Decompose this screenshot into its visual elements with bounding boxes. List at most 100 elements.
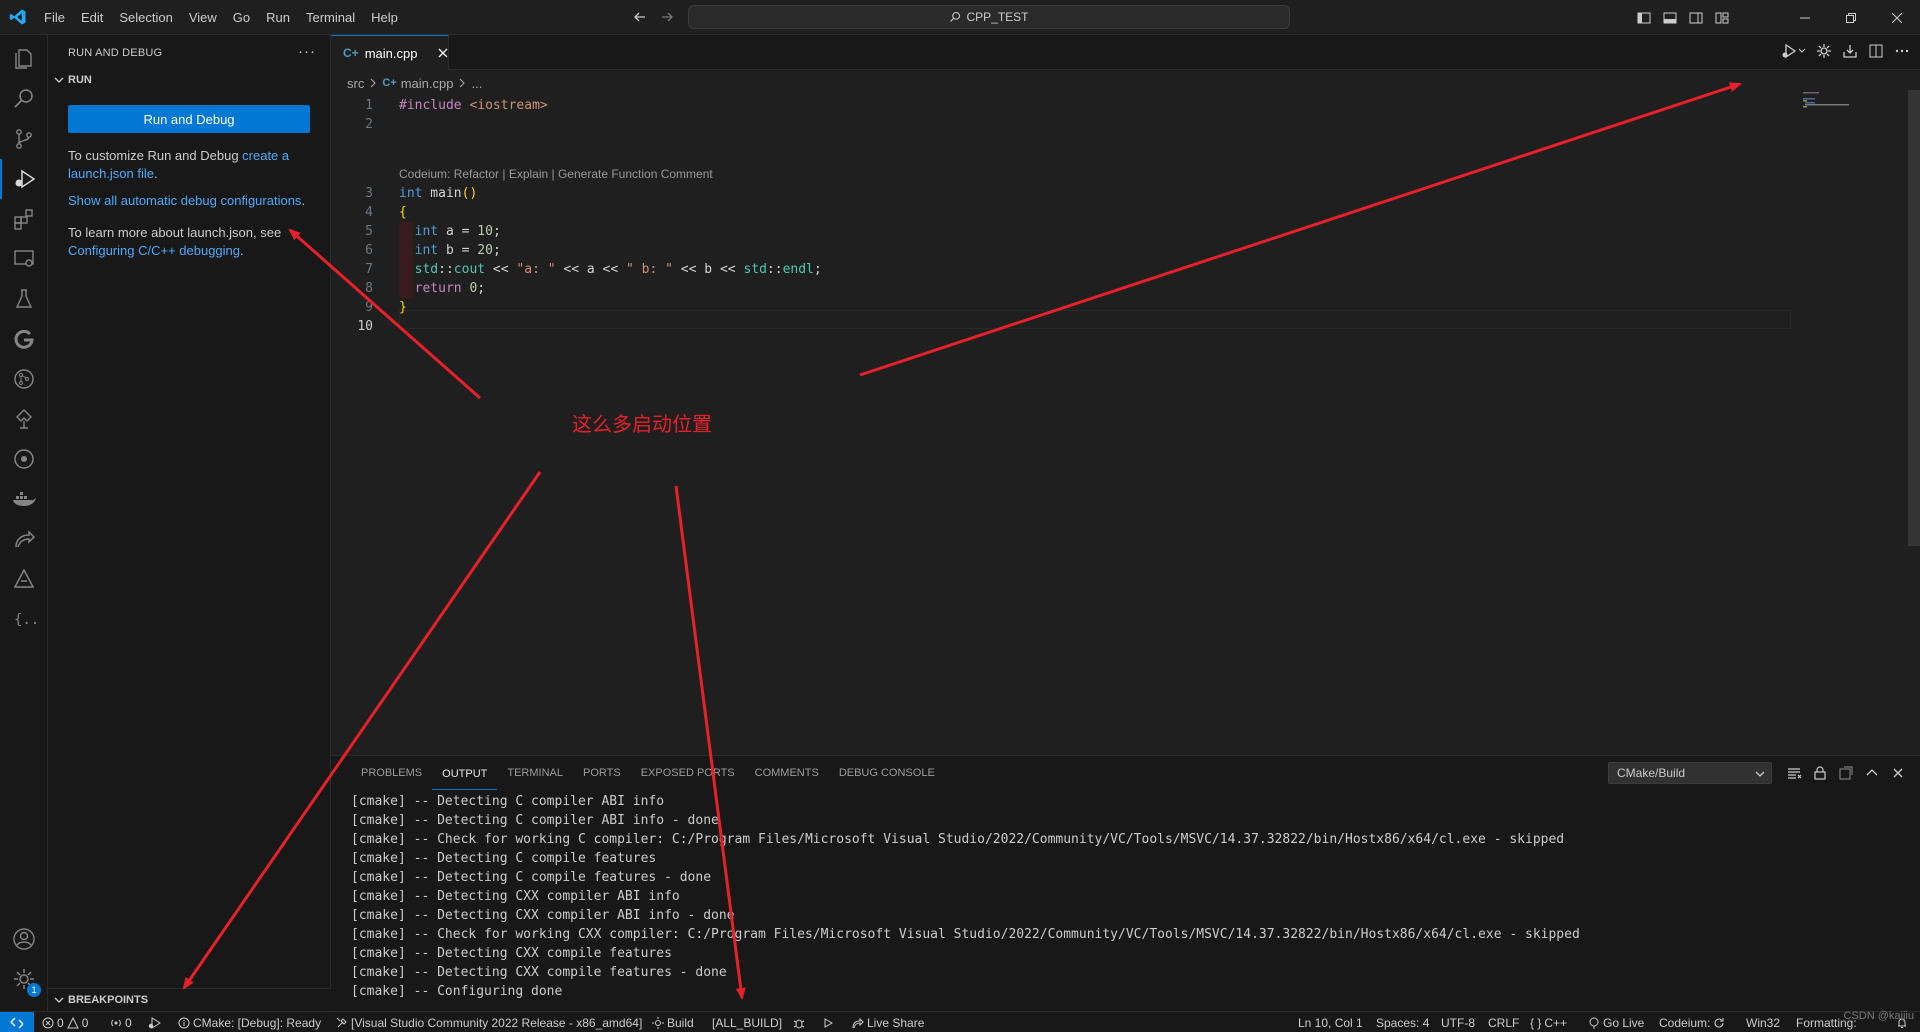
editor-scrollbar[interactable] [1908,90,1920,546]
gitlens-inspect-icon[interactable] [0,359,48,399]
go-live-status[interactable]: Go Live [1588,1012,1644,1032]
run-debug-dropdown-icon[interactable] [1782,43,1806,59]
cmake-status[interactable]: CMake: [Debug]: Ready [178,1012,321,1032]
menu-view[interactable]: View [181,0,225,35]
output-line: [cmake] -- Detecting CXX compile feature… [351,946,672,961]
menu-file[interactable]: File [36,0,73,35]
menu-terminal[interactable]: Terminal [298,0,363,35]
source-control-icon[interactable] [0,119,48,159]
testing-flask-icon[interactable] [0,279,48,319]
close-window-icon[interactable] [1874,0,1920,35]
menu-selection[interactable]: Selection [111,0,180,35]
build-button[interactable]: Build [652,1012,694,1032]
language-mode[interactable]: { } C++ [1530,1012,1567,1032]
toggle-primary-sidebar-icon[interactable] [1636,10,1652,26]
run-section-label: RUN [68,74,92,86]
learn-more-end: . [240,243,244,258]
forward-arrow-icon[interactable] [659,9,675,25]
tab-main-cpp[interactable]: C+ main.cpp [331,35,449,70]
run-and-debug-button[interactable]: Run and Debug [68,105,310,133]
tab-comments[interactable]: COMMENTS [745,756,829,791]
customize-layout-icon[interactable] [1714,10,1730,26]
svg-text:{..}: {..} [14,612,36,628]
remote-explorer-icon[interactable] [0,239,48,279]
manage-gear-icon[interactable]: 1 [0,959,48,999]
line-ending[interactable]: CRLF [1488,1012,1519,1032]
json-braces-icon[interactable]: {..} [0,599,48,639]
breadcrumb-folder[interactable]: src [347,76,364,91]
debug-launch-icon[interactable] [148,1012,162,1032]
menu-go[interactable]: Go [225,0,258,35]
build-target[interactable]: [ALL_BUILD] [712,1012,782,1032]
problems-status[interactable]: 0 0 [42,1012,88,1032]
split-editor-icon[interactable] [1868,43,1884,59]
tab-output[interactable]: OUTPUT [432,757,498,790]
encoding[interactable]: UTF-8 [1441,1012,1475,1032]
tools-icon [336,1017,347,1027]
annotation-text: 这么多启动位置 [572,412,712,436]
remote-indicator-icon[interactable] [0,1012,34,1032]
breadcrumb-more[interactable]: ... [471,76,482,91]
show-automatic-configs-link[interactable]: Show all automatic debug configurations [68,193,301,208]
cursor-position[interactable]: Ln 10, Col 1 [1298,1012,1363,1032]
configuring-cpp-debugging-link[interactable]: Configuring C/C++ debugging [68,243,240,258]
run-play-icon[interactable] [822,1012,834,1032]
lock-scroll-icon[interactable] [1812,765,1828,781]
menu-run[interactable]: Run [258,0,298,35]
run-section-header[interactable]: RUN [48,69,331,91]
layout-controls [1636,0,1730,35]
menu-edit[interactable]: Edit [73,0,111,35]
cmake-kit-status[interactable]: [Visual Studio Community 2022 Release - … [336,1012,642,1032]
docker-icon[interactable] [0,479,48,519]
debug-bug-icon[interactable] [792,1012,806,1032]
codeium-codelens[interactable]: Codeium: Refactor | Explain | Generate F… [399,165,713,184]
indentation[interactable]: Spaces: 4 [1376,1012,1429,1032]
tab-terminal[interactable]: TERMINAL [497,756,573,791]
menu-help[interactable]: Help [363,0,406,35]
info-icon [178,1017,190,1028]
tab-debug-console[interactable]: DEBUG CONSOLE [829,756,945,791]
more-editor-actions-icon[interactable] [1894,43,1910,59]
close-panel-icon[interactable] [1890,765,1906,781]
open-in-editor-icon[interactable] [1838,765,1854,781]
output-log[interactable]: [cmake] -- Detecting C compiler ABI info… [351,792,1580,1001]
close-icon[interactable] [437,47,449,59]
breakpoints-section-header[interactable]: BREAKPOINTS [48,988,331,1010]
accounts-icon[interactable] [0,919,48,959]
platform[interactable]: Win32 [1746,1012,1780,1032]
tree-check-icon[interactable] [0,399,48,439]
minimap[interactable] [1793,90,1893,130]
minimize-icon[interactable] [1782,0,1828,35]
settings-gear-icon[interactable] [1816,43,1832,59]
gitlens-g-icon[interactable] [0,319,48,359]
clear-output-icon[interactable] [1786,765,1802,781]
live-share-icon[interactable] [0,519,48,559]
back-arrow-icon[interactable] [632,9,648,25]
code-text: { [399,205,407,220]
target-disc-icon[interactable] [0,439,48,479]
deploy-triangle-icon[interactable] [0,559,48,599]
output-channel-select[interactable]: CMake/Build [1608,762,1772,784]
save-download-icon[interactable] [1842,43,1858,59]
command-center-search[interactable]: CPP_TEST [688,5,1290,29]
restore-icon[interactable] [1828,0,1874,35]
code-line: 3 int main() [331,184,1791,203]
run-and-debug-icon[interactable] [0,159,48,199]
toggle-secondary-sidebar-icon[interactable] [1688,10,1704,26]
live-share-status[interactable]: Live Share [852,1012,924,1032]
breadcrumb-file[interactable]: main.cpp [401,76,454,91]
ports-status[interactable]: 0 [110,1012,132,1032]
update-badge: 1 [27,983,41,997]
search-icon[interactable] [0,79,48,119]
tab-exposed-ports[interactable]: EXPOSED PORTS [631,756,745,791]
explorer-icon[interactable] [0,39,48,79]
tab-ports[interactable]: PORTS [573,756,631,791]
toggle-panel-icon[interactable] [1662,10,1678,26]
more-actions-icon[interactable]: ··· [298,43,316,60]
maximize-panel-icon[interactable] [1864,765,1880,781]
title-bar: File Edit Selection View Go Run Terminal… [0,0,1920,35]
codeium-status[interactable]: Codeium: [1659,1012,1725,1032]
chevron-right-icon [457,78,467,88]
extensions-icon[interactable] [0,199,48,239]
tab-problems[interactable]: PROBLEMS [351,756,432,791]
